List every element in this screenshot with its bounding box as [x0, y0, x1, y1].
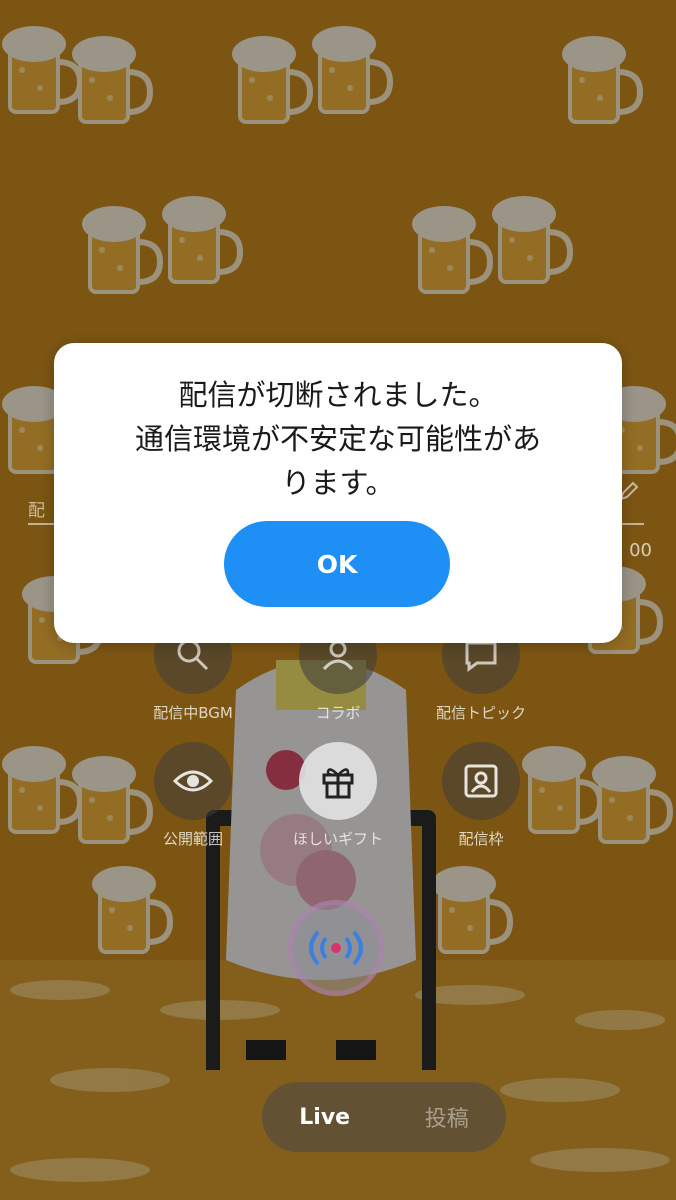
start-live-button[interactable]	[288, 900, 384, 996]
tool-visibility-circle[interactable]	[154, 742, 232, 820]
dialog-message: 配信が切断されました。 通信環境が不安定な可能性があ ります。	[94, 373, 582, 505]
tool-visibility-label: 公開範囲	[162, 830, 223, 848]
gift-icon	[322, 768, 354, 799]
tool-wish-gift[interactable]: ほしいギフト	[263, 742, 413, 849]
broadcast-icon	[309, 930, 363, 966]
tool-collab-label: コラボ	[315, 704, 361, 722]
tool-wish-gift-label: ほしいギフト	[292, 830, 383, 848]
ok-button[interactable]: OK	[224, 521, 450, 607]
tool-visibility[interactable]: 公開範囲	[118, 742, 268, 849]
tool-topic-label: 配信トピック	[435, 704, 526, 722]
disconnect-alert-dialog: 配信が切断されました。 通信環境が不安定な可能性があ ります。 OK	[54, 343, 622, 643]
tool-wish-gift-circle[interactable]	[299, 742, 377, 820]
tab-post[interactable]: 投稿	[425, 1101, 469, 1133]
eye-icon	[172, 770, 214, 792]
mode-tab-bar: Live 投稿	[262, 1082, 506, 1152]
tool-frame[interactable]: 配信枠	[406, 742, 556, 849]
dialog-message-line-2: 通信環境が不安定な可能性があ	[134, 422, 541, 456]
title-field-label: 配	[28, 501, 45, 521]
tool-frame-label: 配信枠	[458, 830, 504, 848]
tool-frame-circle[interactable]	[442, 742, 520, 820]
tool-bgm-label: 配信中BGM	[153, 704, 233, 722]
portrait-frame-icon	[464, 764, 498, 798]
dialog-message-line-3: ります。	[281, 466, 395, 500]
dialog-message-line-1: 配信が切断されました。	[178, 378, 498, 412]
tab-live[interactable]: Live	[299, 1105, 350, 1130]
